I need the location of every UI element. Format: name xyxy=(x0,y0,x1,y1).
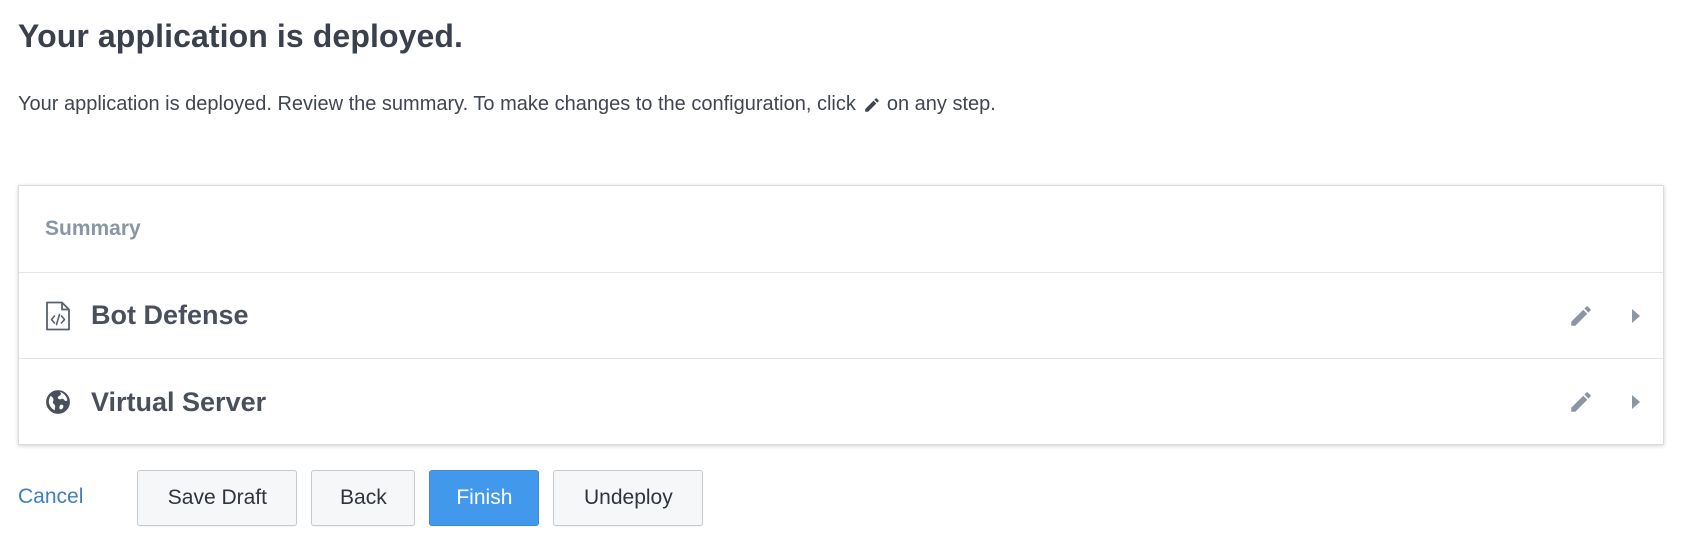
pencil-icon xyxy=(1571,392,1591,412)
summary-row-label: Virtual Server xyxy=(91,386,267,417)
expand-virtual-server-button[interactable] xyxy=(1625,384,1647,420)
edit-virtual-server-button[interactable] xyxy=(1563,384,1599,420)
summary-row-bot-defense[interactable]: Bot Defense xyxy=(19,273,1663,359)
summary-heading: Summary xyxy=(45,217,141,240)
intro-text-before: Your application is deployed. Review the… xyxy=(18,93,856,115)
summary-header: Summary xyxy=(19,186,1663,273)
globe-icon xyxy=(43,387,73,417)
pencil-icon xyxy=(862,95,882,115)
pencil-icon xyxy=(1571,305,1591,326)
back-button[interactable]: Back xyxy=(311,470,416,526)
row-actions xyxy=(1563,273,1647,358)
finish-button[interactable]: Finish xyxy=(429,470,540,526)
deployment-summary-page: Your application is deployed. Your appli… xyxy=(0,0,1682,544)
chevron-right-icon xyxy=(1632,308,1640,323)
expand-bot-defense-button[interactable] xyxy=(1625,298,1647,334)
row-actions xyxy=(1563,359,1647,445)
footer-actions: Cancel Save Draft Back Finish Undeploy xyxy=(18,470,717,526)
cancel-link[interactable]: Cancel xyxy=(18,485,83,511)
undeploy-button[interactable]: Undeploy xyxy=(553,470,704,526)
intro-text: Your application is deployed. Review the… xyxy=(18,93,996,116)
edit-bot-defense-button[interactable] xyxy=(1563,298,1599,334)
page-title: Your application is deployed. xyxy=(18,18,464,54)
chevron-right-icon xyxy=(1632,395,1640,409)
summary-row-label: Bot Defense xyxy=(91,300,249,330)
summary-row-virtual-server[interactable]: Virtual Server xyxy=(19,359,1663,445)
summary-card: Summary Bot Defense Virtual Server xyxy=(18,185,1664,445)
intro-text-after: on any step. xyxy=(886,93,996,115)
code-file-icon xyxy=(43,301,73,331)
save-draft-button[interactable]: Save Draft xyxy=(137,470,298,526)
